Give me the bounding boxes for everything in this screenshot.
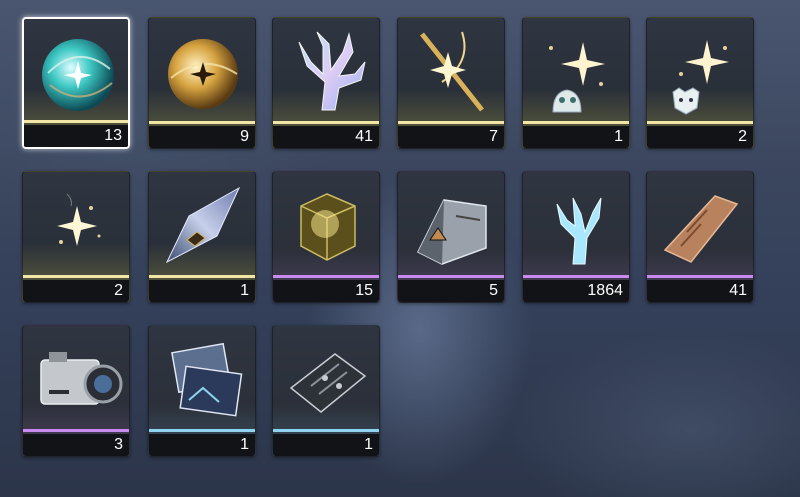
crystal-coral-icon <box>298 31 366 111</box>
inventory-slot-circuit-board[interactable]: 1 <box>272 325 380 457</box>
inventory-slot-golden-orb[interactable]: 9 <box>148 17 256 149</box>
inventory-slot-blue-coral[interactable]: 1864 <box>522 171 630 303</box>
blue-coral-icon <box>556 197 602 265</box>
metal-prism-icon <box>416 199 487 265</box>
copper-plate-icon <box>663 195 739 263</box>
rarity-strip <box>273 429 379 432</box>
rarity-strip <box>273 275 379 278</box>
item-count: 41 <box>647 280 753 302</box>
sparkle-wolf-icon <box>672 40 729 115</box>
sparkle-dust-icon <box>57 193 101 246</box>
inventory-slot-sparkle-dust[interactable]: 2 <box>22 171 130 303</box>
rarity-strip <box>398 121 504 124</box>
item-count: 1 <box>523 126 629 148</box>
sparkle-helmet-icon <box>549 42 605 113</box>
rarity-strip <box>647 275 753 278</box>
item-count: 3 <box>23 434 129 456</box>
circuit-board-icon <box>289 353 367 413</box>
crystal-shard-icon <box>165 186 241 264</box>
rarity-strip <box>23 275 129 278</box>
inventory-slot-photo-cards[interactable]: 1 <box>148 325 256 457</box>
inventory-slot-camera[interactable]: 3 <box>22 325 130 457</box>
rarity-strip <box>24 120 128 123</box>
inventory-slot-crystal-shard[interactable]: 1 <box>148 171 256 303</box>
camera-icon <box>40 352 123 405</box>
rarity-strip <box>149 429 255 432</box>
item-count: 41 <box>273 126 379 148</box>
item-count: 5 <box>398 280 504 302</box>
inventory-slot-sparkle-wolf[interactable]: 2 <box>646 17 754 149</box>
item-count: 2 <box>23 280 129 302</box>
item-count: 1 <box>149 434 255 456</box>
item-count: 2 <box>647 126 753 148</box>
rarity-strip <box>398 275 504 278</box>
star-blade-icon <box>420 31 484 112</box>
rarity-strip <box>23 429 129 432</box>
item-count: 1 <box>273 434 379 456</box>
rarity-strip <box>523 121 629 124</box>
item-count: 15 <box>273 280 379 302</box>
inventory-slot-teal-orb[interactable]: 13 <box>22 17 130 149</box>
rarity-strip <box>149 275 255 278</box>
item-count: 1 <box>149 280 255 302</box>
photo-cards-icon <box>171 342 243 417</box>
inventory-slot-copper-plate[interactable]: 41 <box>646 171 754 303</box>
rarity-strip <box>273 121 379 124</box>
item-count: 7 <box>398 126 504 148</box>
inventory-grid: 13 9 41 7 1 2 2 1 15 5 1864 41 3 1 1 <box>0 0 800 497</box>
inventory-slot-crystal-coral[interactable]: 41 <box>272 17 380 149</box>
rarity-strip <box>149 121 255 124</box>
rarity-strip <box>647 121 753 124</box>
golden-cube-icon <box>300 193 356 261</box>
item-count: 1864 <box>523 280 629 302</box>
rarity-strip <box>523 275 629 278</box>
item-count: 13 <box>24 125 128 147</box>
inventory-slot-star-blade[interactable]: 7 <box>397 17 505 149</box>
inventory-slot-metal-prism[interactable]: 5 <box>397 171 505 303</box>
item-count: 9 <box>149 126 255 148</box>
inventory-slot-golden-cube[interactable]: 15 <box>272 171 380 303</box>
teal-orb-icon <box>42 39 114 111</box>
golden-orb-icon <box>168 39 238 109</box>
inventory-slot-sparkle-helmet[interactable]: 1 <box>522 17 630 149</box>
